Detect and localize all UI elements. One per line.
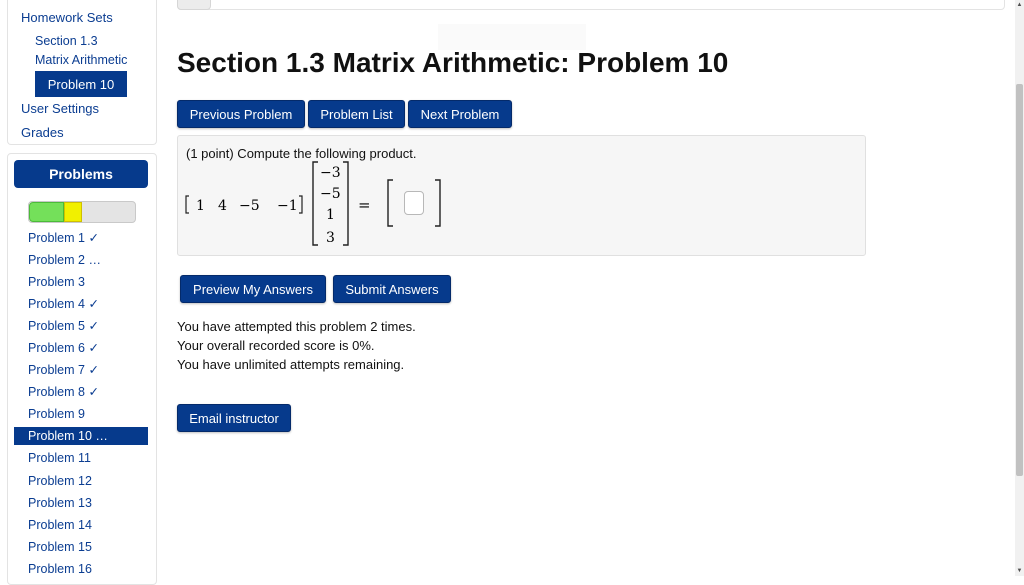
row-entry-1: 1 [196, 198, 205, 214]
problems-heading: Problems [14, 160, 148, 188]
user-settings-link[interactable]: User Settings [21, 101, 99, 116]
problem-list-item[interactable]: Problem 13 [14, 494, 148, 512]
email-instructor-button[interactable]: Email instructor [177, 404, 291, 432]
remaining-attempts-text: You have unlimited attempts remaining. [177, 357, 405, 372]
current-problem-nav-item[interactable]: Problem 10 [35, 71, 127, 97]
answer-input[interactable] [404, 191, 424, 215]
preview-answers-button[interactable]: Preview My Answers [180, 275, 326, 303]
scroll-down-icon[interactable]: ▼ [1015, 566, 1024, 576]
next-problem-button[interactable]: Next Problem [408, 100, 512, 128]
row-right-bracket [299, 195, 303, 214]
col-left-bracket [312, 161, 318, 246]
scroll-up-icon[interactable]: ▲ [1015, 0, 1024, 10]
section-link-line1[interactable]: Section 1.3 [35, 34, 98, 48]
problem-list-button[interactable]: Problem List [308, 100, 405, 128]
problem-list-item[interactable]: Problem 5 ✓ [14, 317, 148, 335]
problem-list-item[interactable]: Problem 4 ✓ [14, 295, 148, 313]
previous-problem-button[interactable]: Previous Problem [177, 100, 305, 128]
problem-prompt: (1 point) Compute the following product. [186, 146, 417, 161]
problem-list-item[interactable]: Problem 12 [14, 472, 148, 490]
matrix-expression: 1 4 −5 −1 −3 −5 1 3 = [185, 161, 441, 246]
problem-list-item[interactable]: Problem 7 ✓ [14, 361, 148, 379]
problem-list: Problem 1 ✓ Problem 2 … Problem 3 Problem 4… [14, 229, 148, 582]
problem-list-item[interactable]: Problem 14 [14, 516, 148, 534]
problem-list-item[interactable]: Problem 1 ✓ [14, 229, 148, 247]
col-right-bracket [343, 161, 349, 246]
col-entry-2: −5 [320, 186, 341, 202]
equals-sign: = [358, 196, 371, 214]
problem-list-item[interactable]: Problem 3 [14, 273, 148, 291]
progress-attempted-segment [63, 202, 82, 222]
row-entry-2: 4 [218, 198, 227, 214]
homework-sets-link[interactable]: Homework Sets [21, 10, 113, 25]
progress-correct-segment [29, 202, 64, 222]
problem-list-item[interactable]: Problem 8 ✓ [14, 383, 148, 401]
problem-list-item[interactable]: Problem 15 [14, 538, 148, 556]
problem-list-item[interactable]: Problem 9 [14, 405, 148, 423]
section-link-line2[interactable]: Matrix Arithmetic [35, 53, 127, 67]
problem-list-item[interactable]: Problem 2 … [14, 251, 148, 269]
problem-list-item[interactable]: Problem 16 [14, 560, 148, 578]
scrollbar-thumb[interactable] [1016, 84, 1023, 476]
top-toolbar-stub [177, 0, 1005, 10]
attempts-text: You have attempted this problem 2 times. [177, 319, 416, 334]
page-title: Section 1.3 Matrix Arithmetic: Problem 1… [177, 47, 729, 78]
col-entry-1: −3 [320, 165, 341, 181]
progress-bar [28, 201, 136, 223]
answer-left-bracket [387, 179, 393, 227]
grades-link[interactable]: Grades [21, 125, 64, 140]
problem-list-item[interactable]: Problem 11 [14, 449, 148, 467]
score-text: Your overall recorded score is 0%. [177, 338, 375, 353]
answer-right-bracket [435, 179, 441, 227]
row-entry-4: −1 [277, 198, 298, 214]
col-entry-3: 1 [326, 207, 335, 223]
top-toolbar-button[interactable] [177, 0, 211, 10]
row-entry-3: −5 [239, 198, 260, 214]
row-left-bracket [185, 195, 189, 214]
submit-answers-button[interactable]: Submit Answers [333, 275, 451, 303]
problem-list-item[interactable]: Problem 6 ✓ [14, 339, 148, 357]
problem-list-item[interactable]: Problem 10 … [14, 427, 148, 446]
col-entry-4: 3 [326, 230, 335, 246]
